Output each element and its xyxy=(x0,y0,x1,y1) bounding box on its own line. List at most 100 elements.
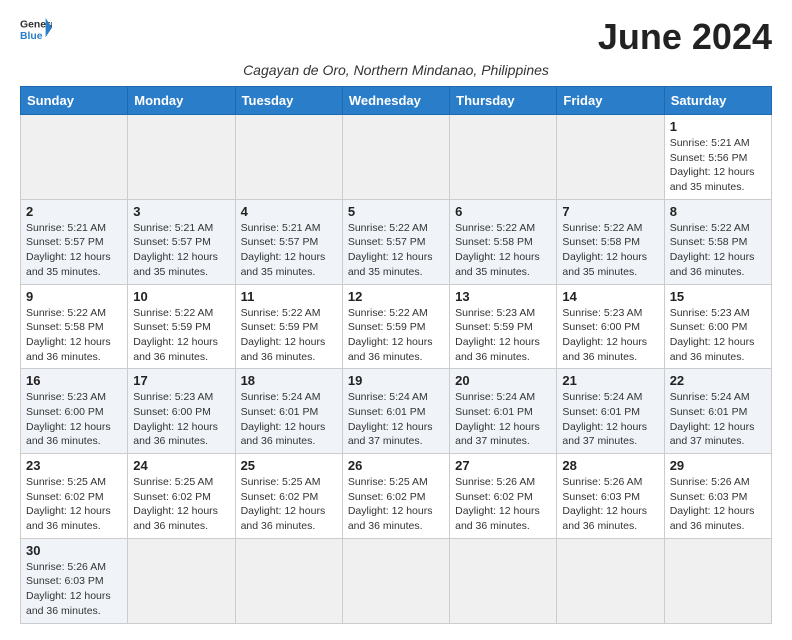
day-number: 25 xyxy=(241,458,337,473)
col-header-friday: Friday xyxy=(557,87,664,115)
calendar-day-cell: 20Sunrise: 5:24 AMSunset: 6:01 PMDayligh… xyxy=(450,369,557,454)
calendar-day-cell: 13 Sunrise: 5:23 AMSunset: 5:59 PMDayligh… xyxy=(450,284,557,369)
day-number: 23 xyxy=(26,458,122,473)
calendar-day-cell xyxy=(21,115,128,200)
day-info: Sunrise: 5:22 AMSunset: 5:59 PMDaylight:… xyxy=(348,306,444,365)
calendar-day-cell: 14Sunrise: 5:23 AMSunset: 6:00 PMDayligh… xyxy=(557,284,664,369)
calendar-day-cell: 25 Sunrise: 5:25 AMSunset: 6:02 PMDayligh… xyxy=(235,454,342,539)
day-info: Sunrise: 5:22 AMSunset: 5:59 PMDaylight:… xyxy=(241,306,337,365)
logo: General Blue xyxy=(20,16,52,44)
day-info: Sunrise: 5:23 AMSunset: 6:00 PMDaylight:… xyxy=(133,390,229,449)
calendar-day-cell: 24Sunrise: 5:25 AMSunset: 6:02 PMDayligh… xyxy=(128,454,235,539)
day-info: Sunrise: 5:24 AMSunset: 6:01 PMDaylight:… xyxy=(241,390,337,449)
calendar-day-cell: 21 Sunrise: 5:24 AMSunset: 6:01 PMDayligh… xyxy=(557,369,664,454)
calendar-day-cell: 17Sunrise: 5:23 AMSunset: 6:00 PMDayligh… xyxy=(128,369,235,454)
day-number: 10 xyxy=(133,289,229,304)
calendar-day-cell: 23Sunrise: 5:25 AMSunset: 6:02 PMDayligh… xyxy=(21,454,128,539)
day-info: Sunrise: 5:22 AMSunset: 5:57 PMDaylight:… xyxy=(348,221,444,280)
calendar-day-cell: 18 Sunrise: 5:24 AMSunset: 6:01 PMDayligh… xyxy=(235,369,342,454)
calendar-day-cell: 2 Sunrise: 5:21 AMSunset: 5:57 PMDaylight… xyxy=(21,199,128,284)
calendar-day-cell xyxy=(128,538,235,623)
calendar-day-cell: 16 Sunrise: 5:23 AMSunset: 6:00 PMDayligh… xyxy=(21,369,128,454)
day-number: 26 xyxy=(348,458,444,473)
calendar-day-cell: 11Sunrise: 5:22 AMSunset: 5:59 PMDayligh… xyxy=(235,284,342,369)
day-number: 12 xyxy=(348,289,444,304)
col-header-monday: Monday xyxy=(128,87,235,115)
calendar-day-cell: 26 Sunrise: 5:25 AMSunset: 6:02 PMDayligh… xyxy=(342,454,449,539)
svg-text:Blue: Blue xyxy=(20,31,43,42)
calendar-day-cell: 7 Sunrise: 5:22 AMSunset: 5:58 PMDaylight… xyxy=(557,199,664,284)
calendar-day-cell: 27 Sunrise: 5:26 AMSunset: 6:02 PMDayligh… xyxy=(450,454,557,539)
calendar-day-cell: 6Sunrise: 5:22 AMSunset: 5:58 PMDaylight… xyxy=(450,199,557,284)
calendar-day-cell: 9Sunrise: 5:22 AMSunset: 5:58 PMDaylight… xyxy=(21,284,128,369)
day-number: 2 xyxy=(26,204,122,219)
calendar-day-cell: 8 Sunrise: 5:22 AMSunset: 5:58 PMDaylight… xyxy=(664,199,771,284)
calendar-day-cell: 30 Sunrise: 5:26 AMSunset: 6:03 PMDayligh… xyxy=(21,538,128,623)
day-info: Sunrise: 5:23 AMSunset: 6:00 PMDaylight:… xyxy=(562,306,658,365)
calendar-day-cell xyxy=(342,115,449,200)
day-info: Sunrise: 5:26 AMSunset: 6:03 PMDaylight:… xyxy=(562,475,658,534)
calendar-day-cell: 19 Sunrise: 5:24 AMSunset: 6:01 PMDayligh… xyxy=(342,369,449,454)
day-info: Sunrise: 5:22 AMSunset: 5:58 PMDaylight:… xyxy=(455,221,551,280)
calendar-day-cell xyxy=(342,538,449,623)
calendar-day-cell: 4 Sunrise: 5:21 AMSunset: 5:57 PMDaylight… xyxy=(235,199,342,284)
calendar-day-cell xyxy=(557,115,664,200)
day-number: 1 xyxy=(670,119,766,134)
calendar-day-cell xyxy=(557,538,664,623)
day-info: Sunrise: 5:26 AMSunset: 6:03 PMDaylight:… xyxy=(26,560,122,619)
day-number: 22 xyxy=(670,373,766,388)
day-number: 7 xyxy=(562,204,658,219)
day-info: Sunrise: 5:24 AMSunset: 6:01 PMDaylight:… xyxy=(562,390,658,449)
calendar-day-cell: 22 Sunrise: 5:24 AMSunset: 6:01 PMDayligh… xyxy=(664,369,771,454)
day-info: Sunrise: 5:22 AMSunset: 5:58 PMDaylight:… xyxy=(562,221,658,280)
calendar-week-row: 30 Sunrise: 5:26 AMSunset: 6:03 PMDayligh… xyxy=(21,538,772,623)
day-info: Sunrise: 5:23 AMSunset: 5:59 PMDaylight:… xyxy=(455,306,551,365)
calendar-day-cell: 15Sunrise: 5:23 AMSunset: 6:00 PMDayligh… xyxy=(664,284,771,369)
day-number: 18 xyxy=(241,373,337,388)
day-info: Sunrise: 5:24 AMSunset: 6:01 PMDaylight:… xyxy=(455,390,551,449)
day-number: 16 xyxy=(26,373,122,388)
calendar-day-cell xyxy=(128,115,235,200)
calendar-day-cell: 29 Sunrise: 5:26 AMSunset: 6:03 PMDayligh… xyxy=(664,454,771,539)
day-info: Sunrise: 5:24 AMSunset: 6:01 PMDaylight:… xyxy=(348,390,444,449)
day-number: 30 xyxy=(26,543,122,558)
day-info: Sunrise: 5:26 AMSunset: 6:03 PMDaylight:… xyxy=(670,475,766,534)
day-number: 5 xyxy=(348,204,444,219)
day-info: Sunrise: 5:26 AMSunset: 6:02 PMDaylight:… xyxy=(455,475,551,534)
day-info: Sunrise: 5:22 AMSunset: 5:59 PMDaylight:… xyxy=(133,306,229,365)
day-info: Sunrise: 5:25 AMSunset: 6:02 PMDaylight:… xyxy=(241,475,337,534)
header: General Blue June 2024 xyxy=(20,16,772,58)
calendar-week-row: 9Sunrise: 5:22 AMSunset: 5:58 PMDaylight… xyxy=(21,284,772,369)
col-header-saturday: Saturday xyxy=(664,87,771,115)
day-number: 8 xyxy=(670,204,766,219)
day-info: Sunrise: 5:21 AMSunset: 5:57 PMDaylight:… xyxy=(26,221,122,280)
calendar-day-cell xyxy=(235,538,342,623)
calendar-day-cell xyxy=(664,538,771,623)
col-header-thursday: Thursday xyxy=(450,87,557,115)
col-header-sunday: Sunday xyxy=(21,87,128,115)
day-number: 13 xyxy=(455,289,551,304)
day-number: 19 xyxy=(348,373,444,388)
generalblue-logo-icon: General Blue xyxy=(20,16,52,44)
day-number: 27 xyxy=(455,458,551,473)
calendar-week-row: 2 Sunrise: 5:21 AMSunset: 5:57 PMDaylight… xyxy=(21,199,772,284)
day-info: Sunrise: 5:21 AMSunset: 5:57 PMDaylight:… xyxy=(241,221,337,280)
calendar-day-cell: 10 Sunrise: 5:22 AMSunset: 5:59 PMDayligh… xyxy=(128,284,235,369)
day-info: Sunrise: 5:23 AMSunset: 6:00 PMDaylight:… xyxy=(26,390,122,449)
calendar-day-cell xyxy=(450,538,557,623)
day-number: 29 xyxy=(670,458,766,473)
calendar-day-cell: 1Sunrise: 5:21 AMSunset: 5:56 PMDaylight… xyxy=(664,115,771,200)
day-info: Sunrise: 5:25 AMSunset: 6:02 PMDaylight:… xyxy=(348,475,444,534)
calendar-week-row: 1Sunrise: 5:21 AMSunset: 5:56 PMDaylight… xyxy=(21,115,772,200)
day-number: 4 xyxy=(241,204,337,219)
calendar-day-cell: 3Sunrise: 5:21 AMSunset: 5:57 PMDaylight… xyxy=(128,199,235,284)
calendar-week-row: 16 Sunrise: 5:23 AMSunset: 6:00 PMDayligh… xyxy=(21,369,772,454)
day-number: 21 xyxy=(562,373,658,388)
col-header-tuesday: Tuesday xyxy=(235,87,342,115)
col-header-wednesday: Wednesday xyxy=(342,87,449,115)
month-title: June 2024 xyxy=(598,16,772,58)
day-number: 9 xyxy=(26,289,122,304)
day-info: Sunrise: 5:24 AMSunset: 6:01 PMDaylight:… xyxy=(670,390,766,449)
day-number: 15 xyxy=(670,289,766,304)
day-info: Sunrise: 5:22 AMSunset: 5:58 PMDaylight:… xyxy=(670,221,766,280)
